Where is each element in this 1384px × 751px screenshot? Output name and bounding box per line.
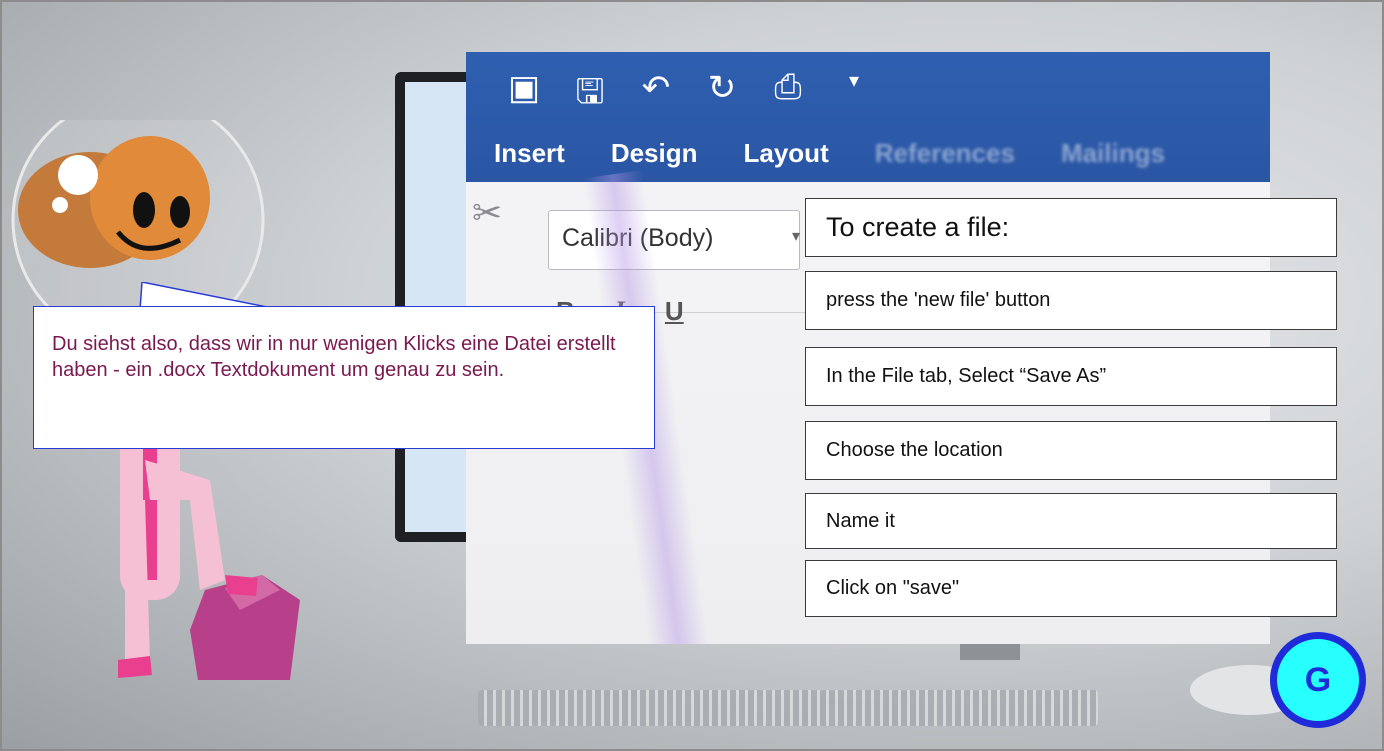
instructions-title: To create a file: xyxy=(805,198,1337,257)
tab-insert: Insert xyxy=(494,138,565,168)
tab-mailings: Mailings xyxy=(1060,138,1165,168)
ribbon-tabs: Insert Design Layout References Mailings xyxy=(494,138,1165,169)
instruction-step: Name it xyxy=(805,493,1337,549)
speech-bubble-text: Du siehst also, dass wir in nur wenigen … xyxy=(52,333,616,381)
layout-icon: ▣ xyxy=(507,69,541,107)
redo-icon: ↻ xyxy=(707,69,737,107)
instruction-step: Choose the location xyxy=(805,421,1337,480)
tab-design: Design xyxy=(610,138,698,168)
instruction-step: In the File tab, Select “Save As” xyxy=(805,347,1337,406)
tab-references: References xyxy=(874,138,1015,168)
customize-icon: ▾ xyxy=(848,70,860,92)
undo-icon: ↶ xyxy=(641,69,671,107)
underline-button: U xyxy=(664,296,684,326)
keyboard xyxy=(478,690,1098,726)
print-icon: ⎙ xyxy=(774,68,802,106)
glossary-button[interactable]: G xyxy=(1270,632,1366,728)
quick-access-toolbar: ▣ 🖫 ↶ ↻ ⎙ ▾ xyxy=(506,68,872,125)
chevron-down-icon: ▾ xyxy=(792,228,801,245)
instruction-step: press the 'new file' button xyxy=(805,271,1337,330)
tab-layout: Layout xyxy=(743,138,829,168)
instruction-step: Click on "save" xyxy=(805,560,1337,617)
save-icon: 🖫 xyxy=(575,73,605,111)
ribbon-bar: ▣ 🖫 ↶ ↻ ⎙ ▾ Insert Design Layout Referen… xyxy=(466,52,1270,182)
font-name: Calibri (Body) xyxy=(562,224,714,252)
cut-icon: ✂ xyxy=(472,192,503,233)
